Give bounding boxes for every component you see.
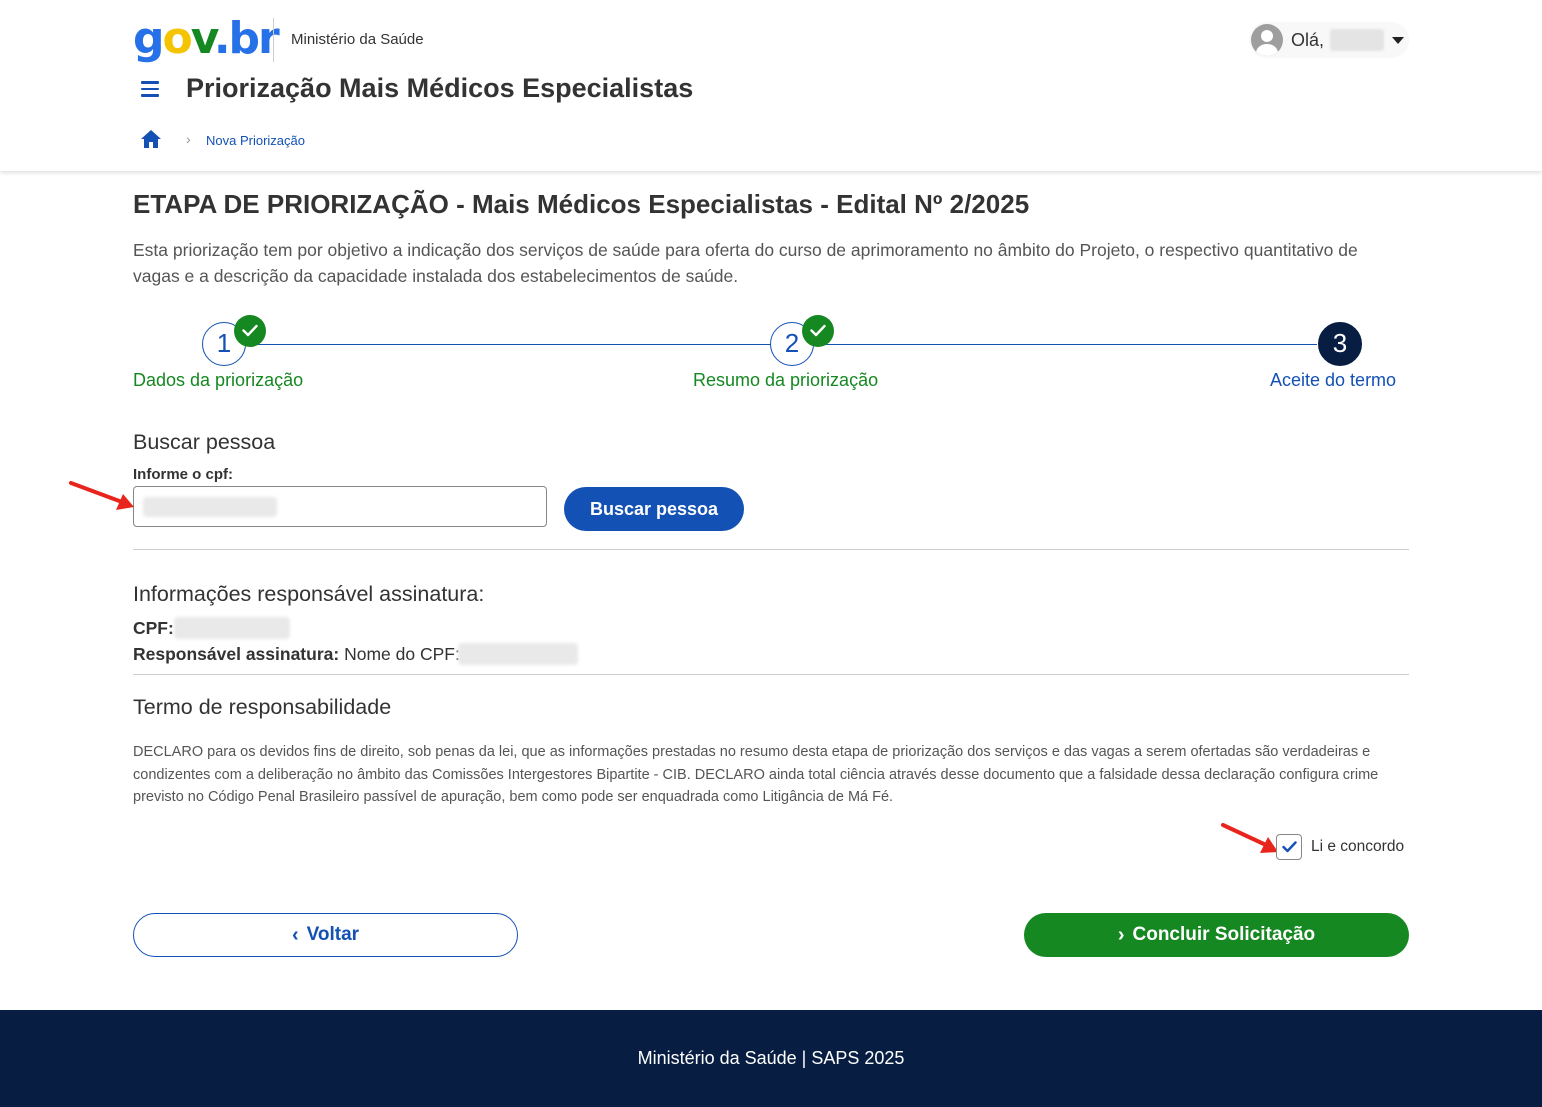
signer-cpf-label: CPF: xyxy=(133,618,174,638)
signer-name-value: Nome do CPF: xyxy=(344,644,460,664)
site-footer: Ministério da Saúde | SAPS 2025 xyxy=(0,1010,1542,1107)
chevron-right-icon: › xyxy=(186,131,191,147)
finish-request-button[interactable]: › Concluir Solicitação xyxy=(1024,913,1409,957)
signer-heading: Informações responsável assinatura: xyxy=(133,582,485,606)
menu-icon[interactable] xyxy=(141,81,159,97)
redacted-user-name xyxy=(1330,29,1385,51)
step-connector xyxy=(814,344,1317,345)
home-icon[interactable] xyxy=(140,129,162,149)
avatar-icon xyxy=(1251,24,1283,56)
signer-name-label: Responsável assinatura: xyxy=(133,644,340,664)
check-icon xyxy=(802,315,834,347)
progress-stepper: 1 Dados da priorização 2 Resumo da prior… xyxy=(133,315,1409,398)
site-header: gov.br Ministério da Saúde Olá, Prioriza… xyxy=(0,0,1542,171)
page-description: Esta priorização tem por objetivo a indi… xyxy=(133,240,1358,286)
app-title: Priorização Mais Médicos Especialistas xyxy=(186,73,694,103)
header-divider xyxy=(273,18,274,62)
cpf-input[interactable] xyxy=(133,486,547,527)
agree-checkbox-group[interactable]: Li e concordo xyxy=(1276,834,1404,860)
signer-name: Responsável assinatura: Nome do CPF: xyxy=(133,644,460,665)
annotation-arrow xyxy=(1221,823,1278,853)
step-3-circle[interactable]: 3 xyxy=(1318,322,1362,366)
govbr-logo[interactable]: gov.br xyxy=(133,14,280,64)
search-heading: Buscar pessoa xyxy=(133,430,276,454)
check-icon xyxy=(1282,841,1297,853)
page-title: ETAPA DE PRIORIZAÇÃO - Mais Médicos Espe… xyxy=(133,189,1030,219)
breadcrumb-current[interactable]: Nova Priorização xyxy=(206,133,305,148)
step-1-label[interactable]: Dados da priorização xyxy=(133,370,303,391)
ministry-name: Ministério da Saúde xyxy=(291,31,424,48)
redacted-name xyxy=(458,643,578,665)
chevron-right-icon: › xyxy=(1117,924,1125,946)
greeting-text: Olá, xyxy=(1291,29,1325,50)
footer-text: Ministério da Saúde | SAPS 2025 xyxy=(637,1048,905,1068)
annotation-arrow xyxy=(69,481,134,510)
terms-heading: Termo de responsabilidade xyxy=(133,695,392,719)
chevron-left-icon: ‹ xyxy=(291,924,299,946)
agree-checkbox[interactable] xyxy=(1276,834,1302,860)
step-connector xyxy=(246,344,792,345)
search-person-button[interactable]: Buscar pessoa xyxy=(564,487,744,531)
terms-text: DECLARO para os devidos fins de direito,… xyxy=(133,744,1379,805)
step-2-label[interactable]: Resumo da priorização xyxy=(693,370,878,391)
back-button[interactable]: ‹ Voltar xyxy=(133,913,518,957)
user-menu[interactable]: Olá, xyxy=(1249,22,1409,58)
divider xyxy=(133,549,1409,550)
divider xyxy=(133,674,1409,675)
back-button-label: Voltar xyxy=(306,924,360,945)
finish-button-label: Concluir Solicitação xyxy=(1132,924,1316,945)
agree-label[interactable]: Li e concordo xyxy=(1311,838,1404,856)
redacted-cpf xyxy=(174,617,290,639)
caret-down-icon[interactable] xyxy=(1392,36,1405,44)
check-icon xyxy=(234,315,266,347)
signer-cpf: CPF: xyxy=(133,618,174,639)
step-3-label[interactable]: Aceite do termo xyxy=(1270,370,1396,391)
cpf-field-label: Informe o cpf: xyxy=(133,466,233,483)
